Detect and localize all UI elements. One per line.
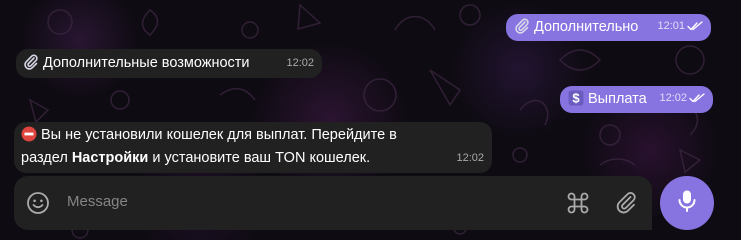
message-text-post: и установите ваш TON кошелек. [148,150,371,166]
message-time: 12:01 [657,20,685,32]
no-entry-emoji-icon [21,126,37,148]
message-time: 12:02 [659,92,687,104]
double-check-icon [689,93,705,103]
command-icon[interactable] [565,190,591,221]
message-text: Дополнительно [534,19,639,35]
dollar-emoji-icon: $ [568,90,584,112]
message-time: 12:02 [286,57,314,69]
message-incoming[interactable]: Вы не установили кошелек для выплат. Пер… [14,122,492,173]
message-timestamp: 12:01 [657,16,703,36]
message-text-line1: Вы не установили кошелек для выплат. Пер… [41,127,397,143]
attach-icon[interactable] [614,191,638,220]
svg-text:$: $ [572,91,580,106]
message-timestamp: 12:02 [659,88,705,108]
message-outgoing[interactable]: $ Выплата 12:02 [560,86,713,113]
message-text-pre: раздел [21,150,72,166]
message-composer: Message [14,176,652,230]
message-input[interactable]: Message [67,193,128,210]
emoji-icon[interactable] [26,191,50,220]
microphone-icon [676,189,698,218]
message-text: Дополнительные возможности [43,55,250,71]
settings-link-text: Настройки [71,150,149,166]
double-check-icon [687,21,703,31]
message-outgoing[interactable]: Дополнительно 12:01 [506,14,711,41]
message-timestamp: 12:02 [456,148,484,168]
message-time: 12:02 [456,152,484,164]
message-line: Вы не установили кошелек для выплат. Пер… [21,125,482,148]
message-incoming[interactable]: Дополнительные возможности 12:02 [16,49,322,78]
message-text: Выплата [588,91,647,107]
paperclip-emoji-icon [514,18,530,40]
message-line: раздел Настройки и установите ваш TON ко… [21,148,482,168]
microphone-button[interactable] [660,176,714,230]
paperclip-emoji-icon [23,54,39,76]
message-timestamp: 12:02 [286,53,314,73]
